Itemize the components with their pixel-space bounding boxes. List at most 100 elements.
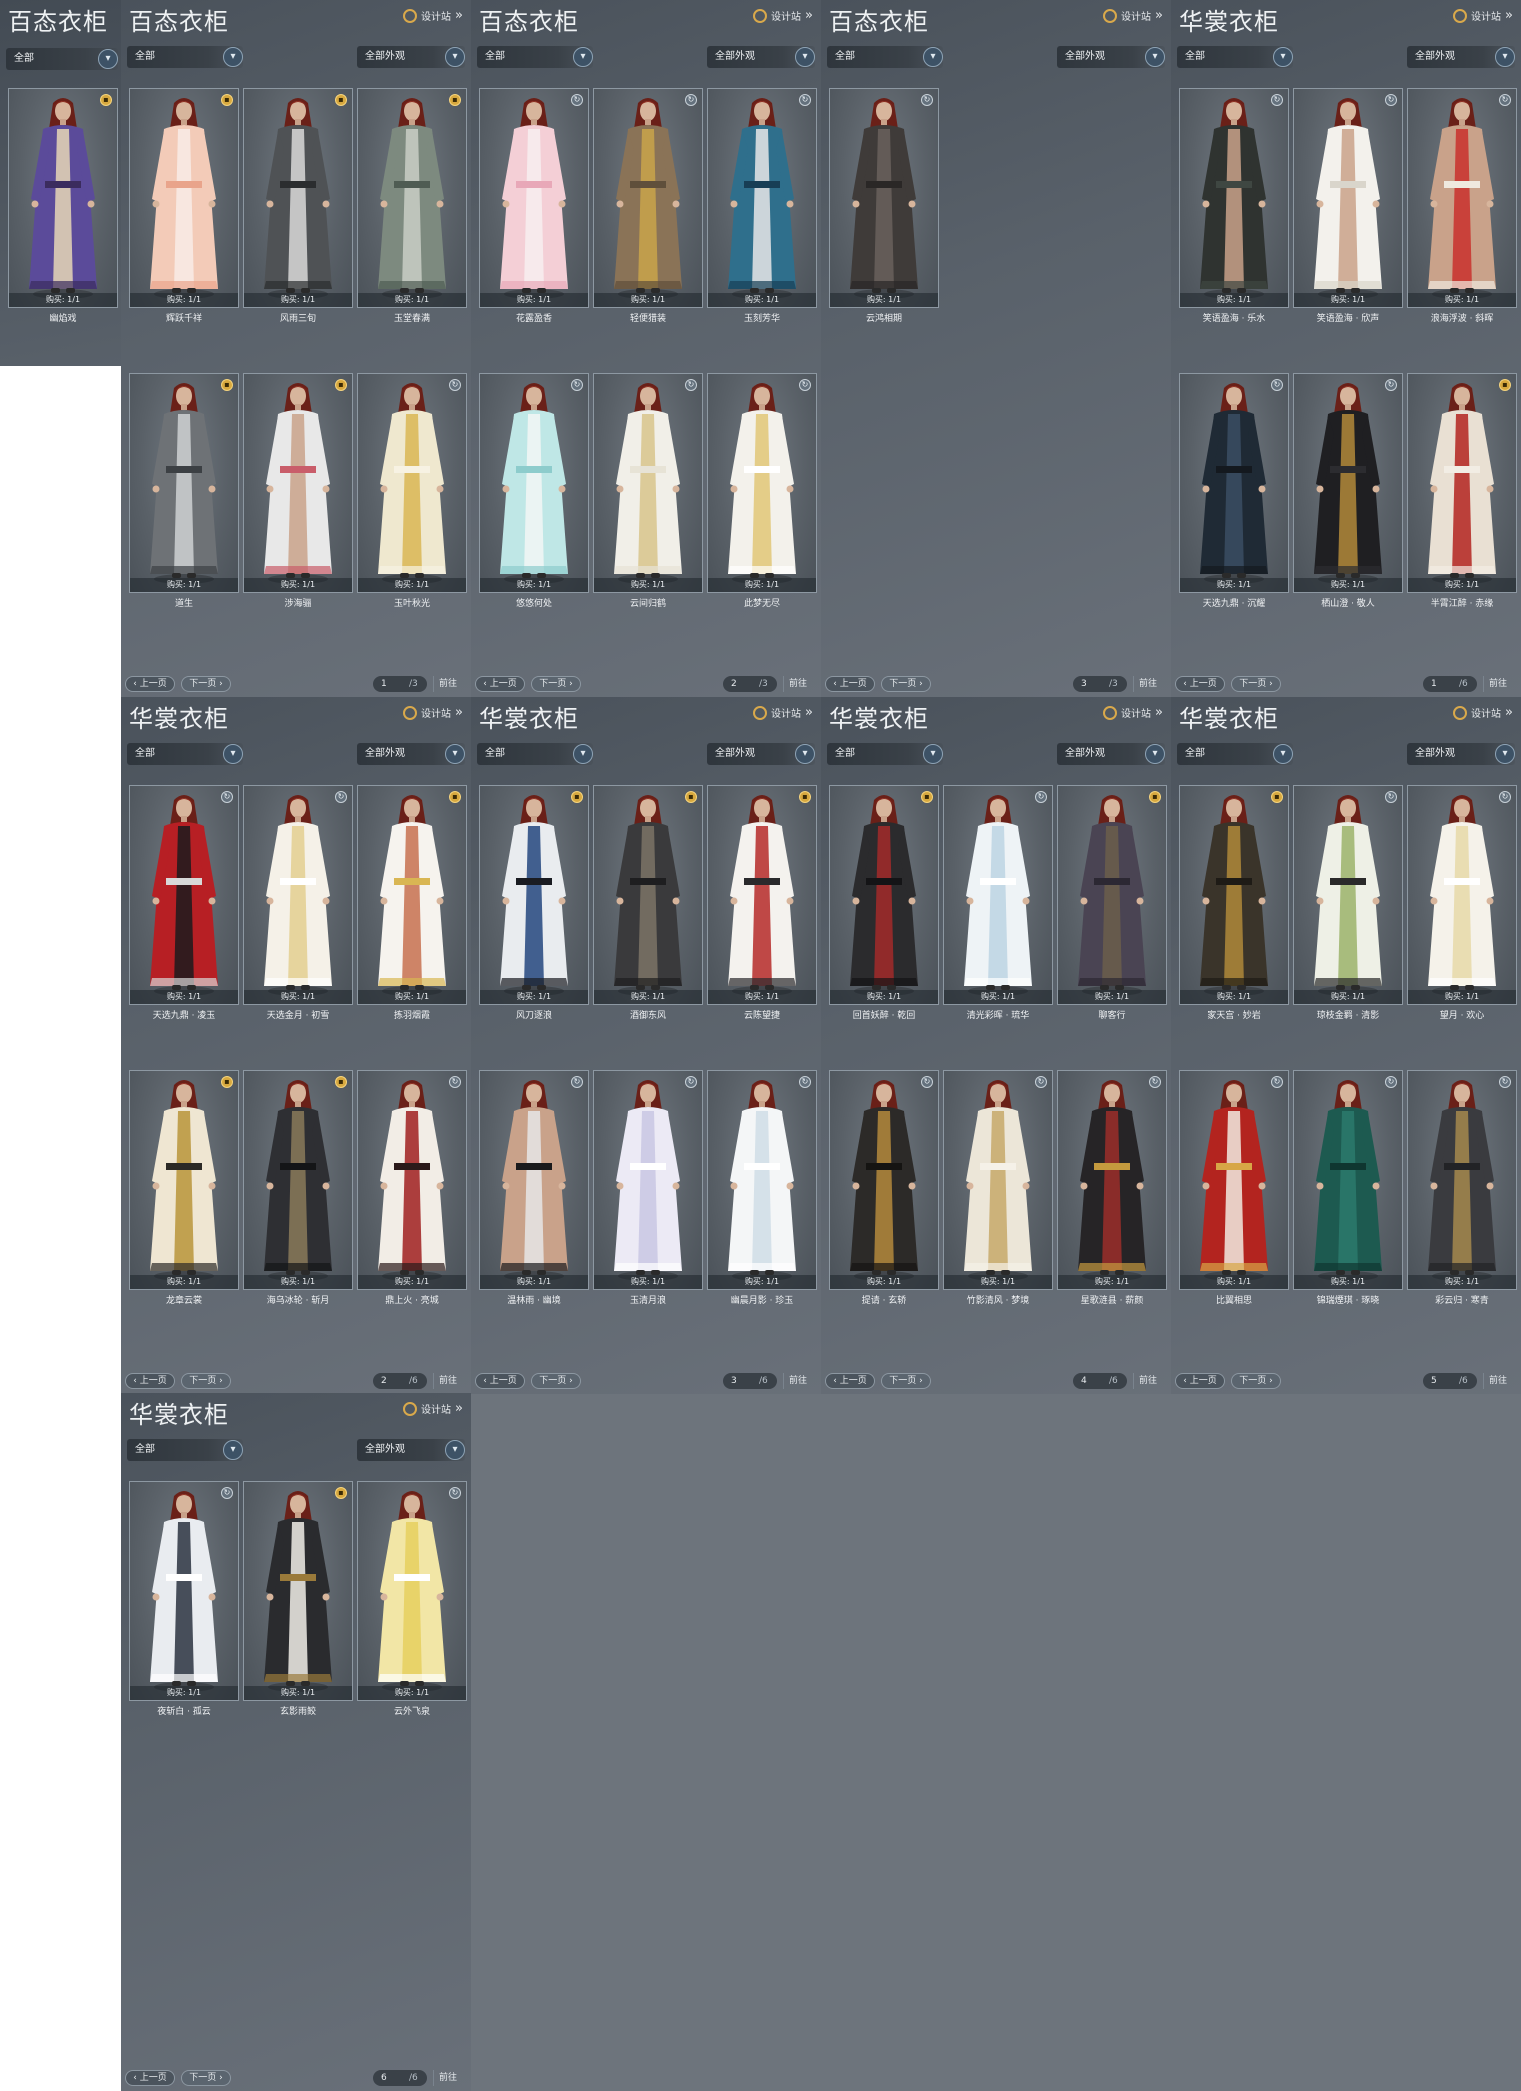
category-filter-dropdown[interactable]: 全部 ▾ <box>6 48 118 70</box>
outfit-card[interactable]: ↻ 购买: 1/1 <box>129 1481 239 1701</box>
appearance-filter-dropdown[interactable]: 全部外观 ▾ <box>1407 743 1515 765</box>
outfit-card[interactable]: ↻ 购买: 1/1 <box>1057 1070 1167 1290</box>
outfit-card[interactable]: ↻ 购买: 1/1 <box>1179 88 1289 308</box>
page-number-input[interactable]: 1/3 <box>373 676 427 692</box>
outfit-card[interactable]: ↻ 购买: 1/1 <box>357 1070 467 1290</box>
designer-station-link[interactable]: 设计站» <box>403 705 463 720</box>
prev-page-button[interactable]: ‹ 上一页 <box>1175 1373 1225 1389</box>
prev-page-button[interactable]: ‹ 上一页 <box>825 676 875 692</box>
outfit-card[interactable]: ▪ 购买: 1/1 <box>129 88 239 308</box>
prev-page-button[interactable]: ‹ 上一页 <box>475 676 525 692</box>
page-number-input[interactable]: 4/6 <box>1073 1373 1127 1389</box>
page-number-input[interactable]: 2/6 <box>373 1373 427 1389</box>
next-page-button[interactable]: 下一页 › <box>881 676 931 692</box>
outfit-card[interactable]: ▪ 购买: 1/1 <box>8 88 118 308</box>
category-filter-dropdown[interactable]: 全部 ▾ <box>827 743 943 765</box>
outfit-card[interactable]: ↻ 购买: 1/1 <box>479 88 589 308</box>
designer-station-link[interactable]: 设计站» <box>1103 705 1163 720</box>
outfit-card[interactable]: ↻ 购买: 1/1 <box>1293 785 1403 1005</box>
outfit-card[interactable]: ▪ 购买: 1/1 <box>1057 785 1167 1005</box>
go-to-page-button[interactable]: 前往 <box>1483 676 1512 692</box>
appearance-filter-dropdown[interactable]: 全部外观 ▾ <box>707 743 815 765</box>
outfit-card[interactable]: ▪ 购买: 1/1 <box>357 88 467 308</box>
designer-station-link[interactable]: 设计站» <box>1453 705 1513 720</box>
outfit-card[interactable]: ↻ 购买: 1/1 <box>1293 373 1403 593</box>
outfit-card[interactable]: ↻ 购买: 1/1 <box>829 88 939 308</box>
appearance-filter-dropdown[interactable]: 全部外观 ▾ <box>357 46 465 68</box>
appearance-filter-dropdown[interactable]: 全部外观 ▾ <box>707 46 815 68</box>
page-number-input[interactable]: 3/6 <box>723 1373 777 1389</box>
outfit-card[interactable]: ↻ 购买: 1/1 <box>593 1070 703 1290</box>
designer-station-link[interactable]: 设计站» <box>403 1401 463 1416</box>
designer-station-link[interactable]: 设计站» <box>403 8 463 23</box>
page-number-input[interactable]: 3/3 <box>1073 676 1127 692</box>
category-filter-dropdown[interactable]: 全部 ▾ <box>127 1439 243 1461</box>
outfit-card[interactable]: ▪ 购买: 1/1 <box>707 785 817 1005</box>
outfit-card[interactable]: ↻ 购买: 1/1 <box>1407 1070 1517 1290</box>
prev-page-button[interactable]: ‹ 上一页 <box>125 2070 175 2086</box>
outfit-card[interactable]: ↻ 购买: 1/1 <box>357 373 467 593</box>
outfit-card[interactable]: ▪ 购买: 1/1 <box>479 785 589 1005</box>
outfit-card[interactable]: ↻ 购买: 1/1 <box>1293 1070 1403 1290</box>
outfit-card[interactable]: ↻ 购买: 1/1 <box>707 1070 817 1290</box>
outfit-card[interactable]: ↻ 购买: 1/1 <box>593 88 703 308</box>
prev-page-button[interactable]: ‹ 上一页 <box>125 676 175 692</box>
outfit-card[interactable]: ↻ 购买: 1/1 <box>479 373 589 593</box>
go-to-page-button[interactable]: 前往 <box>433 676 462 692</box>
outfit-card[interactable]: ▪ 购买: 1/1 <box>129 373 239 593</box>
outfit-card[interactable]: ▪ 购买: 1/1 <box>243 1481 353 1701</box>
category-filter-dropdown[interactable]: 全部 ▾ <box>1177 743 1293 765</box>
prev-page-button[interactable]: ‹ 上一页 <box>125 1373 175 1389</box>
outfit-card[interactable]: ↻ 购买: 1/1 <box>479 1070 589 1290</box>
outfit-card[interactable]: ▪ 购买: 1/1 <box>243 88 353 308</box>
outfit-card[interactable]: ↻ 购买: 1/1 <box>357 1481 467 1701</box>
next-page-button[interactable]: 下一页 › <box>531 676 581 692</box>
outfit-card[interactable]: ▪ 购买: 1/1 <box>243 1070 353 1290</box>
prev-page-button[interactable]: ‹ 上一页 <box>825 1373 875 1389</box>
prev-page-button[interactable]: ‹ 上一页 <box>475 1373 525 1389</box>
outfit-card[interactable]: ↻ 购买: 1/1 <box>707 373 817 593</box>
outfit-card[interactable]: ↻ 购买: 1/1 <box>243 785 353 1005</box>
category-filter-dropdown[interactable]: 全部 ▾ <box>1177 46 1293 68</box>
next-page-button[interactable]: 下一页 › <box>181 1373 231 1389</box>
category-filter-dropdown[interactable]: 全部 ▾ <box>127 46 243 68</box>
go-to-page-button[interactable]: 前往 <box>1133 1373 1162 1389</box>
category-filter-dropdown[interactable]: 全部 ▾ <box>827 46 943 68</box>
next-page-button[interactable]: 下一页 › <box>1231 1373 1281 1389</box>
outfit-card[interactable]: ↻ 购买: 1/1 <box>1293 88 1403 308</box>
appearance-filter-dropdown[interactable]: 全部外观 ▾ <box>1057 743 1165 765</box>
outfit-card[interactable]: ▪ 购买: 1/1 <box>357 785 467 1005</box>
go-to-page-button[interactable]: 前往 <box>433 2070 462 2086</box>
outfit-card[interactable]: ↻ 购买: 1/1 <box>593 373 703 593</box>
outfit-card[interactable]: ▪ 购买: 1/1 <box>593 785 703 1005</box>
next-page-button[interactable]: 下一页 › <box>531 1373 581 1389</box>
designer-station-link[interactable]: 设计站» <box>753 8 813 23</box>
appearance-filter-dropdown[interactable]: 全部外观 ▾ <box>1057 46 1165 68</box>
outfit-card[interactable]: ↻ 购买: 1/1 <box>707 88 817 308</box>
outfit-card[interactable]: ▪ 购买: 1/1 <box>1407 373 1517 593</box>
next-page-button[interactable]: 下一页 › <box>1231 676 1281 692</box>
appearance-filter-dropdown[interactable]: 全部外观 ▾ <box>357 1439 465 1461</box>
page-number-input[interactable]: 2/3 <box>723 676 777 692</box>
outfit-card[interactable]: ↻ 购买: 1/1 <box>943 785 1053 1005</box>
outfit-card[interactable]: ↻ 购买: 1/1 <box>943 1070 1053 1290</box>
go-to-page-button[interactable]: 前往 <box>433 1373 462 1389</box>
outfit-card[interactable]: ▪ 购买: 1/1 <box>829 785 939 1005</box>
appearance-filter-dropdown[interactable]: 全部外观 ▾ <box>1407 46 1515 68</box>
go-to-page-button[interactable]: 前往 <box>783 676 812 692</box>
outfit-card[interactable]: ↻ 购买: 1/1 <box>829 1070 939 1290</box>
category-filter-dropdown[interactable]: 全部 ▾ <box>477 46 593 68</box>
page-number-input[interactable]: 6/6 <box>373 2070 427 2086</box>
designer-station-link[interactable]: 设计站» <box>753 705 813 720</box>
category-filter-dropdown[interactable]: 全部 ▾ <box>477 743 593 765</box>
outfit-card[interactable]: ▪ 购买: 1/1 <box>129 1070 239 1290</box>
designer-station-link[interactable]: 设计站» <box>1103 8 1163 23</box>
prev-page-button[interactable]: ‹ 上一页 <box>1175 676 1225 692</box>
outfit-card[interactable]: ▪ 购买: 1/1 <box>243 373 353 593</box>
page-number-input[interactable]: 5/6 <box>1423 1373 1477 1389</box>
outfit-card[interactable]: ↻ 购买: 1/1 <box>129 785 239 1005</box>
outfit-card[interactable]: ↻ 购买: 1/1 <box>1179 1070 1289 1290</box>
go-to-page-button[interactable]: 前往 <box>783 1373 812 1389</box>
next-page-button[interactable]: 下一页 › <box>181 2070 231 2086</box>
category-filter-dropdown[interactable]: 全部 ▾ <box>127 743 243 765</box>
